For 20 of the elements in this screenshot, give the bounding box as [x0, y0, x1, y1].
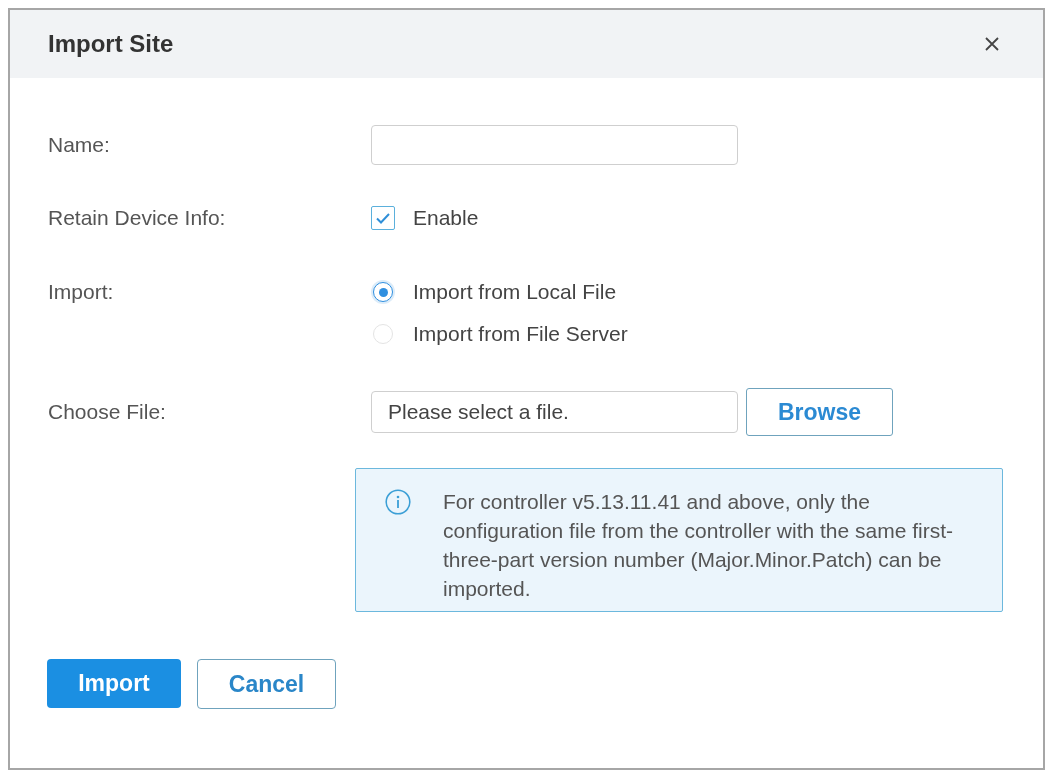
info-text: For controller v5.13.11.41 and above, only the configuration file from the controller with the same first-three-part version number (Major.Minor.Patch) can be imported.: [443, 489, 955, 602]
cancel-button[interactable]: Cancel: [197, 659, 336, 709]
radio-button[interactable]: [371, 280, 395, 304]
field-label: Choose File:: [48, 399, 167, 426]
browse-button[interactable]: Browse: [746, 388, 893, 436]
field-label: Import:: [48, 279, 115, 306]
radio-label: Import from Local File: [413, 279, 617, 306]
file-path-field[interactable]: Please select a file.: [371, 391, 738, 433]
checkbox[interactable]: [371, 206, 395, 230]
radio-label: Import from File Server: [413, 321, 628, 348]
check-icon: [376, 212, 390, 224]
checkbox-label: Enable: [413, 205, 479, 232]
dialog-title: Import Site: [48, 29, 174, 59]
text-field[interactable]: [371, 125, 738, 165]
close-button[interactable]: [985, 37, 999, 51]
field-label: Name:: [48, 132, 111, 159]
close-icon: [985, 37, 999, 51]
import-button[interactable]: Import: [47, 659, 181, 708]
field-label: Retain Device Info:: [48, 205, 227, 232]
info-icon: [385, 489, 411, 515]
